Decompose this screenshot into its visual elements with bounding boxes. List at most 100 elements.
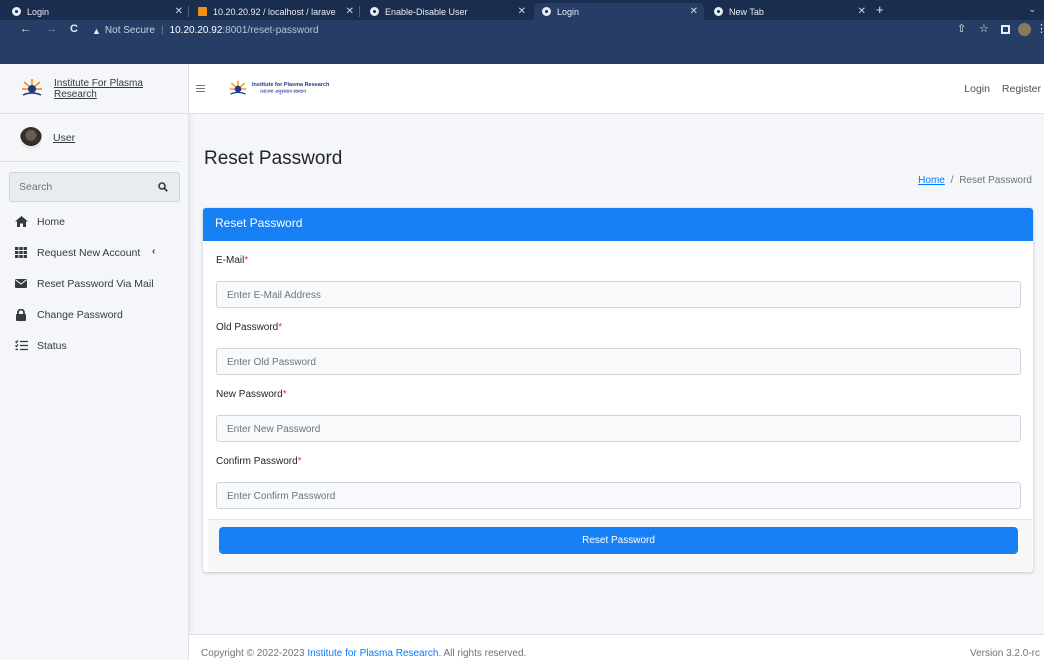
new-password-label: New Password* — [216, 389, 287, 400]
avatar — [20, 126, 42, 149]
version-label: Version 3.2.0-rc — [969, 648, 1040, 659]
close-icon[interactable]: ✕ — [518, 6, 526, 17]
globe-icon — [542, 7, 551, 16]
sidebar-brand[interactable]: Institute For Plasma Research — [0, 64, 188, 114]
sidebar-item-label: Request New Account — [37, 246, 141, 259]
globe-icon — [12, 7, 21, 16]
tab-title: Login — [27, 6, 50, 17]
browser-tab-active[interactable]: Login ✕ — [534, 3, 704, 20]
chevron-left-icon: ‹ — [152, 246, 156, 257]
browser-toolbar: ← → C ▲ Not Secure | 10.20.20.92 :8001/r… — [0, 20, 1044, 64]
lock-icon — [14, 308, 28, 321]
copyright-prefix: Copyright © 2022-2023 — [201, 648, 305, 659]
reset-password-button[interactable]: Reset Password — [219, 527, 1018, 554]
hamburger-menu-icon[interactable] — [196, 85, 205, 92]
browser-tab[interactable]: New Tab ✕ — [706, 3, 872, 20]
url-host: 10.20.20.92 — [169, 25, 223, 36]
page-footer: Copyright © 2022-2023 Institute for Plas… — [189, 634, 1044, 660]
confirm-password-label: Confirm Password* — [216, 456, 302, 467]
browser-tab[interactable]: Enable-Disable User ✕ — [362, 3, 532, 20]
sidebar-item-label: Change Password — [37, 308, 123, 321]
user-link[interactable]: User — [53, 132, 75, 144]
search-input[interactable]: Search — [9, 172, 146, 202]
close-icon[interactable]: ✕ — [690, 6, 698, 17]
bookmark-star-icon[interactable]: ☆ — [979, 22, 989, 35]
old-password-label: Old Password* — [216, 322, 282, 333]
browser-tab-bar: Login ✕ 10.20.20.92 / localhost / larave… — [0, 0, 1044, 20]
reload-icon[interactable]: C — [70, 23, 78, 35]
tab-search-button[interactable]: ⌄ — [1028, 4, 1036, 15]
reset-password-card: Reset Password E-Mail* Enter E-Mail Addr… — [203, 208, 1033, 572]
field-label-text: E-Mail — [216, 255, 245, 266]
user-panel: User — [0, 114, 180, 162]
tab-separator — [359, 6, 360, 17]
search-button[interactable] — [146, 172, 180, 202]
tab-title: Login — [557, 6, 580, 17]
auth-links: Login Register — [955, 83, 1041, 95]
back-icon[interactable]: ← — [20, 23, 31, 35]
tab-title: 10.20.20.92 / localhost / larave — [213, 6, 336, 17]
email-label: E-Mail* — [216, 255, 248, 266]
logo-text-hindi: प्लाज़्मा अनुसंधान संस्थान — [260, 89, 306, 95]
breadcrumb-separator: / — [950, 175, 954, 186]
sidebar-item-status[interactable]: Status — [0, 330, 189, 361]
search-icon — [157, 182, 168, 192]
tab-title: New Tab — [729, 6, 764, 17]
tab-separator — [188, 6, 189, 17]
breadcrumb: Home / Reset Password — [918, 175, 1032, 186]
globe-icon — [370, 7, 379, 16]
close-icon[interactable]: ✕ — [858, 6, 866, 17]
sidebar: Institute For Plasma Research User Searc… — [0, 64, 189, 660]
sidepanel-icon[interactable] — [1001, 25, 1010, 34]
required-mark: * — [278, 322, 283, 333]
ipr-logo-icon — [20, 77, 44, 101]
breadcrumb-current: Reset Password — [959, 175, 1032, 186]
sidebar-item-label: Status — [37, 339, 67, 352]
org-link[interactable]: Institute for Plasma Research — [307, 648, 438, 659]
forward-icon[interactable]: → — [46, 23, 57, 35]
new-tab-button[interactable]: + — [876, 3, 884, 17]
security-label: Not Secure — [104, 25, 155, 36]
home-icon — [14, 216, 28, 228]
menu-icon[interactable]: ⋮ — [1036, 22, 1044, 35]
close-icon[interactable]: ✕ — [175, 6, 183, 17]
tab-title: Enable-Disable User — [385, 6, 468, 17]
list-check-icon — [14, 340, 28, 352]
browser-tab[interactable]: Login ✕ — [4, 3, 189, 20]
warning-icon: ▲ — [92, 25, 101, 36]
sidebar-item-request-new-account[interactable]: Request New Account ‹ — [0, 237, 189, 268]
old-password-field[interactable]: Enter Old Password — [216, 348, 1021, 375]
share-icon[interactable]: ⇧ — [957, 22, 966, 35]
close-icon[interactable]: ✕ — [346, 6, 354, 17]
logo-text-english: Institute for Plasma Research — [252, 82, 330, 88]
phpmyadmin-icon — [198, 7, 207, 16]
email-field[interactable]: Enter E-Mail Address — [216, 281, 1021, 308]
sidebar-item-label: Home — [37, 215, 66, 228]
required-mark: * — [297, 456, 302, 467]
sidebar-search: Search — [9, 172, 180, 202]
address-bar[interactable]: ▲ Not Secure | 10.20.20.92 :8001/reset-p… — [92, 23, 932, 38]
field-label-text: New Password — [216, 389, 283, 400]
breadcrumb-home-link[interactable]: Home — [918, 175, 945, 186]
login-link[interactable]: Login — [964, 83, 990, 95]
register-link[interactable]: Register — [1002, 83, 1041, 95]
brand-link[interactable]: Institute For Plasma Research — [54, 78, 188, 100]
header-logo[interactable]: Institute for Plasma Research प्लाज़्मा … — [228, 79, 329, 99]
field-label-text: Confirm Password — [216, 456, 298, 467]
chrome-icon — [714, 7, 723, 16]
copyright-suffix: . All rights reserved. — [438, 648, 527, 659]
address-separator: | — [160, 25, 164, 36]
browser-tab[interactable]: 10.20.20.92 / localhost / larave ✕ — [190, 3, 360, 20]
url-path: :8001/reset-password — [222, 25, 319, 36]
sidebar-item-home[interactable]: Home — [0, 206, 189, 237]
sidebar-item-reset-password-via-mail[interactable]: Reset Password Via Mail — [0, 268, 189, 299]
sidebar-item-change-password[interactable]: Change Password — [0, 299, 189, 330]
profile-icon[interactable] — [1018, 23, 1031, 36]
new-password-field[interactable]: Enter New Password — [216, 415, 1021, 442]
grid-icon — [14, 247, 28, 259]
card-title: Reset Password — [203, 208, 1033, 241]
page-title: Reset Password — [204, 148, 343, 169]
confirm-password-field[interactable]: Enter Confirm Password — [216, 482, 1021, 509]
required-mark: * — [282, 389, 287, 400]
envelope-icon — [14, 278, 28, 290]
